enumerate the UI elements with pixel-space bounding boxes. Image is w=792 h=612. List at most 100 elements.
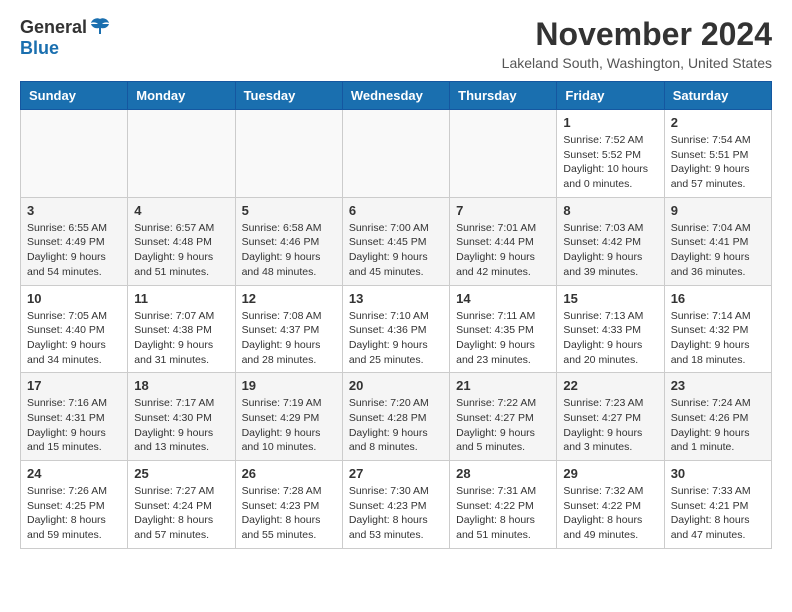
day-number: 15 — [563, 291, 657, 306]
logo-general-text: General — [20, 17, 87, 38]
logo-bird-icon — [89, 16, 111, 38]
header: General Blue November 2024 Lakeland Sout… — [20, 16, 772, 71]
table-row: 17 Sunrise: 7:16 AM Sunset: 4:31 PM Dayli… — [21, 373, 128, 461]
table-row: 11 Sunrise: 7:07 AM Sunset: 4:38 PM Dayli… — [128, 285, 235, 373]
header-wednesday: Wednesday — [342, 82, 449, 110]
table-row — [342, 110, 449, 198]
day-detail: Sunrise: 7:10 AM Sunset: 4:36 PM Dayligh… — [349, 309, 443, 368]
table-row: 12Sunrise: 7:08 AM Sunset: 4:37 PM Dayli… — [235, 285, 342, 373]
table-row: 28 Sunrise: 7:31 AM Sunset: 4:22 PM Dayli… — [450, 461, 557, 549]
table-row: 22 Sunrise: 7:23 AM Sunset: 4:27 PM Dayli… — [557, 373, 664, 461]
title-block: November 2024 Lakeland South, Washington… — [502, 16, 772, 71]
table-row: 21 Sunrise: 7:22 AM Sunset: 4:27 PM Dayli… — [450, 373, 557, 461]
day-number: 24 — [27, 466, 121, 481]
table-row: 16 Sunrise: 7:14 AM Sunset: 4:32 PM Dayli… — [664, 285, 771, 373]
day-number: 8 — [563, 203, 657, 218]
day-number: 21 — [456, 378, 550, 393]
day-number: 9 — [671, 203, 765, 218]
day-number: 13 — [349, 291, 443, 306]
day-detail: Sunrise: 7:08 AM Sunset: 4:37 PM Dayligh… — [242, 309, 336, 368]
table-row: 27 Sunrise: 7:30 AM Sunset: 4:23 PM Dayli… — [342, 461, 449, 549]
day-number: 28 — [456, 466, 550, 481]
day-number: 17 — [27, 378, 121, 393]
table-row — [128, 110, 235, 198]
day-number: 18 — [134, 378, 228, 393]
day-detail: Sunrise: 7:11 AM Sunset: 4:35 PM Dayligh… — [456, 309, 550, 368]
logo-blue-text: Blue — [20, 38, 59, 59]
header-saturday: Saturday — [664, 82, 771, 110]
day-detail: Sunrise: 7:31 AM Sunset: 4:22 PM Dayligh… — [456, 484, 550, 543]
day-number: 23 — [671, 378, 765, 393]
day-number: 19 — [242, 378, 336, 393]
day-detail: Sunrise: 7:52 AM Sunset: 5:52 PM Dayligh… — [563, 133, 657, 192]
day-detail: Sunrise: 7:54 AM Sunset: 5:51 PM Dayligh… — [671, 133, 765, 192]
table-row: 29 Sunrise: 7:32 AM Sunset: 4:22 PM Dayli… — [557, 461, 664, 549]
day-number: 22 — [563, 378, 657, 393]
day-detail: Sunrise: 7:05 AM Sunset: 4:40 PM Dayligh… — [27, 309, 121, 368]
day-detail: Sunrise: 7:22 AM Sunset: 4:27 PM Dayligh… — [456, 396, 550, 455]
calendar-week-row: 1 Sunrise: 7:52 AM Sunset: 5:52 PM Daylig… — [21, 110, 772, 198]
table-row: 3 Sunrise: 6:55 AM Sunset: 4:49 PM Daylig… — [21, 197, 128, 285]
day-number: 11 — [134, 291, 228, 306]
day-number: 14 — [456, 291, 550, 306]
table-row: 6Sunrise: 7:00 AM Sunset: 4:45 PM Daylig… — [342, 197, 449, 285]
day-number: 25 — [134, 466, 228, 481]
day-number: 7 — [456, 203, 550, 218]
day-detail: Sunrise: 6:57 AM Sunset: 4:48 PM Dayligh… — [134, 221, 228, 280]
table-row — [21, 110, 128, 198]
table-row: 24 Sunrise: 7:26 AM Sunset: 4:25 PM Dayli… — [21, 461, 128, 549]
table-row: 18 Sunrise: 7:17 AM Sunset: 4:30 PM Dayli… — [128, 373, 235, 461]
day-detail: Sunrise: 7:01 AM Sunset: 4:44 PM Dayligh… — [456, 221, 550, 280]
table-row: 19 Sunrise: 7:19 AM Sunset: 4:29 PM Dayli… — [235, 373, 342, 461]
day-detail: Sunrise: 7:14 AM Sunset: 4:32 PM Dayligh… — [671, 309, 765, 368]
table-row: 26Sunrise: 7:28 AM Sunset: 4:23 PM Dayli… — [235, 461, 342, 549]
day-number: 6 — [349, 203, 443, 218]
day-number: 26 — [242, 466, 336, 481]
day-number: 1 — [563, 115, 657, 130]
calendar-week-row: 3 Sunrise: 6:55 AM Sunset: 4:49 PM Daylig… — [21, 197, 772, 285]
day-detail: Sunrise: 7:23 AM Sunset: 4:27 PM Dayligh… — [563, 396, 657, 455]
day-number: 27 — [349, 466, 443, 481]
table-row: 2Sunrise: 7:54 AM Sunset: 5:51 PM Daylig… — [664, 110, 771, 198]
table-row: 4Sunrise: 6:57 AM Sunset: 4:48 PM Daylig… — [128, 197, 235, 285]
table-row: 8 Sunrise: 7:03 AM Sunset: 4:42 PM Daylig… — [557, 197, 664, 285]
day-detail: Sunrise: 7:04 AM Sunset: 4:41 PM Dayligh… — [671, 221, 765, 280]
day-detail: Sunrise: 7:07 AM Sunset: 4:38 PM Dayligh… — [134, 309, 228, 368]
header-thursday: Thursday — [450, 82, 557, 110]
table-row: 13 Sunrise: 7:10 AM Sunset: 4:36 PM Dayli… — [342, 285, 449, 373]
day-detail: Sunrise: 7:17 AM Sunset: 4:30 PM Dayligh… — [134, 396, 228, 455]
header-tuesday: Tuesday — [235, 82, 342, 110]
table-row: 5 Sunrise: 6:58 AM Sunset: 4:46 PM Daylig… — [235, 197, 342, 285]
table-row: 25 Sunrise: 7:27 AM Sunset: 4:24 PM Dayli… — [128, 461, 235, 549]
day-detail: Sunrise: 7:27 AM Sunset: 4:24 PM Dayligh… — [134, 484, 228, 543]
location: Lakeland South, Washington, United State… — [502, 55, 772, 71]
day-detail: Sunrise: 7:16 AM Sunset: 4:31 PM Dayligh… — [27, 396, 121, 455]
day-detail: Sunrise: 7:24 AM Sunset: 4:26 PM Dayligh… — [671, 396, 765, 455]
day-number: 3 — [27, 203, 121, 218]
day-number: 16 — [671, 291, 765, 306]
day-detail: Sunrise: 7:32 AM Sunset: 4:22 PM Dayligh… — [563, 484, 657, 543]
calendar-week-row: 10Sunrise: 7:05 AM Sunset: 4:40 PM Dayli… — [21, 285, 772, 373]
calendar-table: Sunday Monday Tuesday Wednesday Thursday… — [20, 81, 772, 549]
header-monday: Monday — [128, 82, 235, 110]
day-number: 29 — [563, 466, 657, 481]
day-detail: Sunrise: 7:26 AM Sunset: 4:25 PM Dayligh… — [27, 484, 121, 543]
calendar-header-row: Sunday Monday Tuesday Wednesday Thursday… — [21, 82, 772, 110]
calendar-week-row: 24 Sunrise: 7:26 AM Sunset: 4:25 PM Dayli… — [21, 461, 772, 549]
day-detail: Sunrise: 7:30 AM Sunset: 4:23 PM Dayligh… — [349, 484, 443, 543]
day-detail: Sunrise: 7:13 AM Sunset: 4:33 PM Dayligh… — [563, 309, 657, 368]
day-detail: Sunrise: 7:03 AM Sunset: 4:42 PM Dayligh… — [563, 221, 657, 280]
logo: General Blue — [20, 16, 111, 59]
table-row — [235, 110, 342, 198]
day-detail: Sunrise: 7:20 AM Sunset: 4:28 PM Dayligh… — [349, 396, 443, 455]
day-detail: Sunrise: 7:19 AM Sunset: 4:29 PM Dayligh… — [242, 396, 336, 455]
day-detail: Sunrise: 6:55 AM Sunset: 4:49 PM Dayligh… — [27, 221, 121, 280]
table-row: 23 Sunrise: 7:24 AM Sunset: 4:26 PM Dayli… — [664, 373, 771, 461]
day-detail: Sunrise: 6:58 AM Sunset: 4:46 PM Dayligh… — [242, 221, 336, 280]
table-row — [450, 110, 557, 198]
table-row: 14 Sunrise: 7:11 AM Sunset: 4:35 PM Dayli… — [450, 285, 557, 373]
table-row: 20Sunrise: 7:20 AM Sunset: 4:28 PM Dayli… — [342, 373, 449, 461]
calendar-week-row: 17 Sunrise: 7:16 AM Sunset: 4:31 PM Dayli… — [21, 373, 772, 461]
day-number: 5 — [242, 203, 336, 218]
table-row: 10Sunrise: 7:05 AM Sunset: 4:40 PM Dayli… — [21, 285, 128, 373]
